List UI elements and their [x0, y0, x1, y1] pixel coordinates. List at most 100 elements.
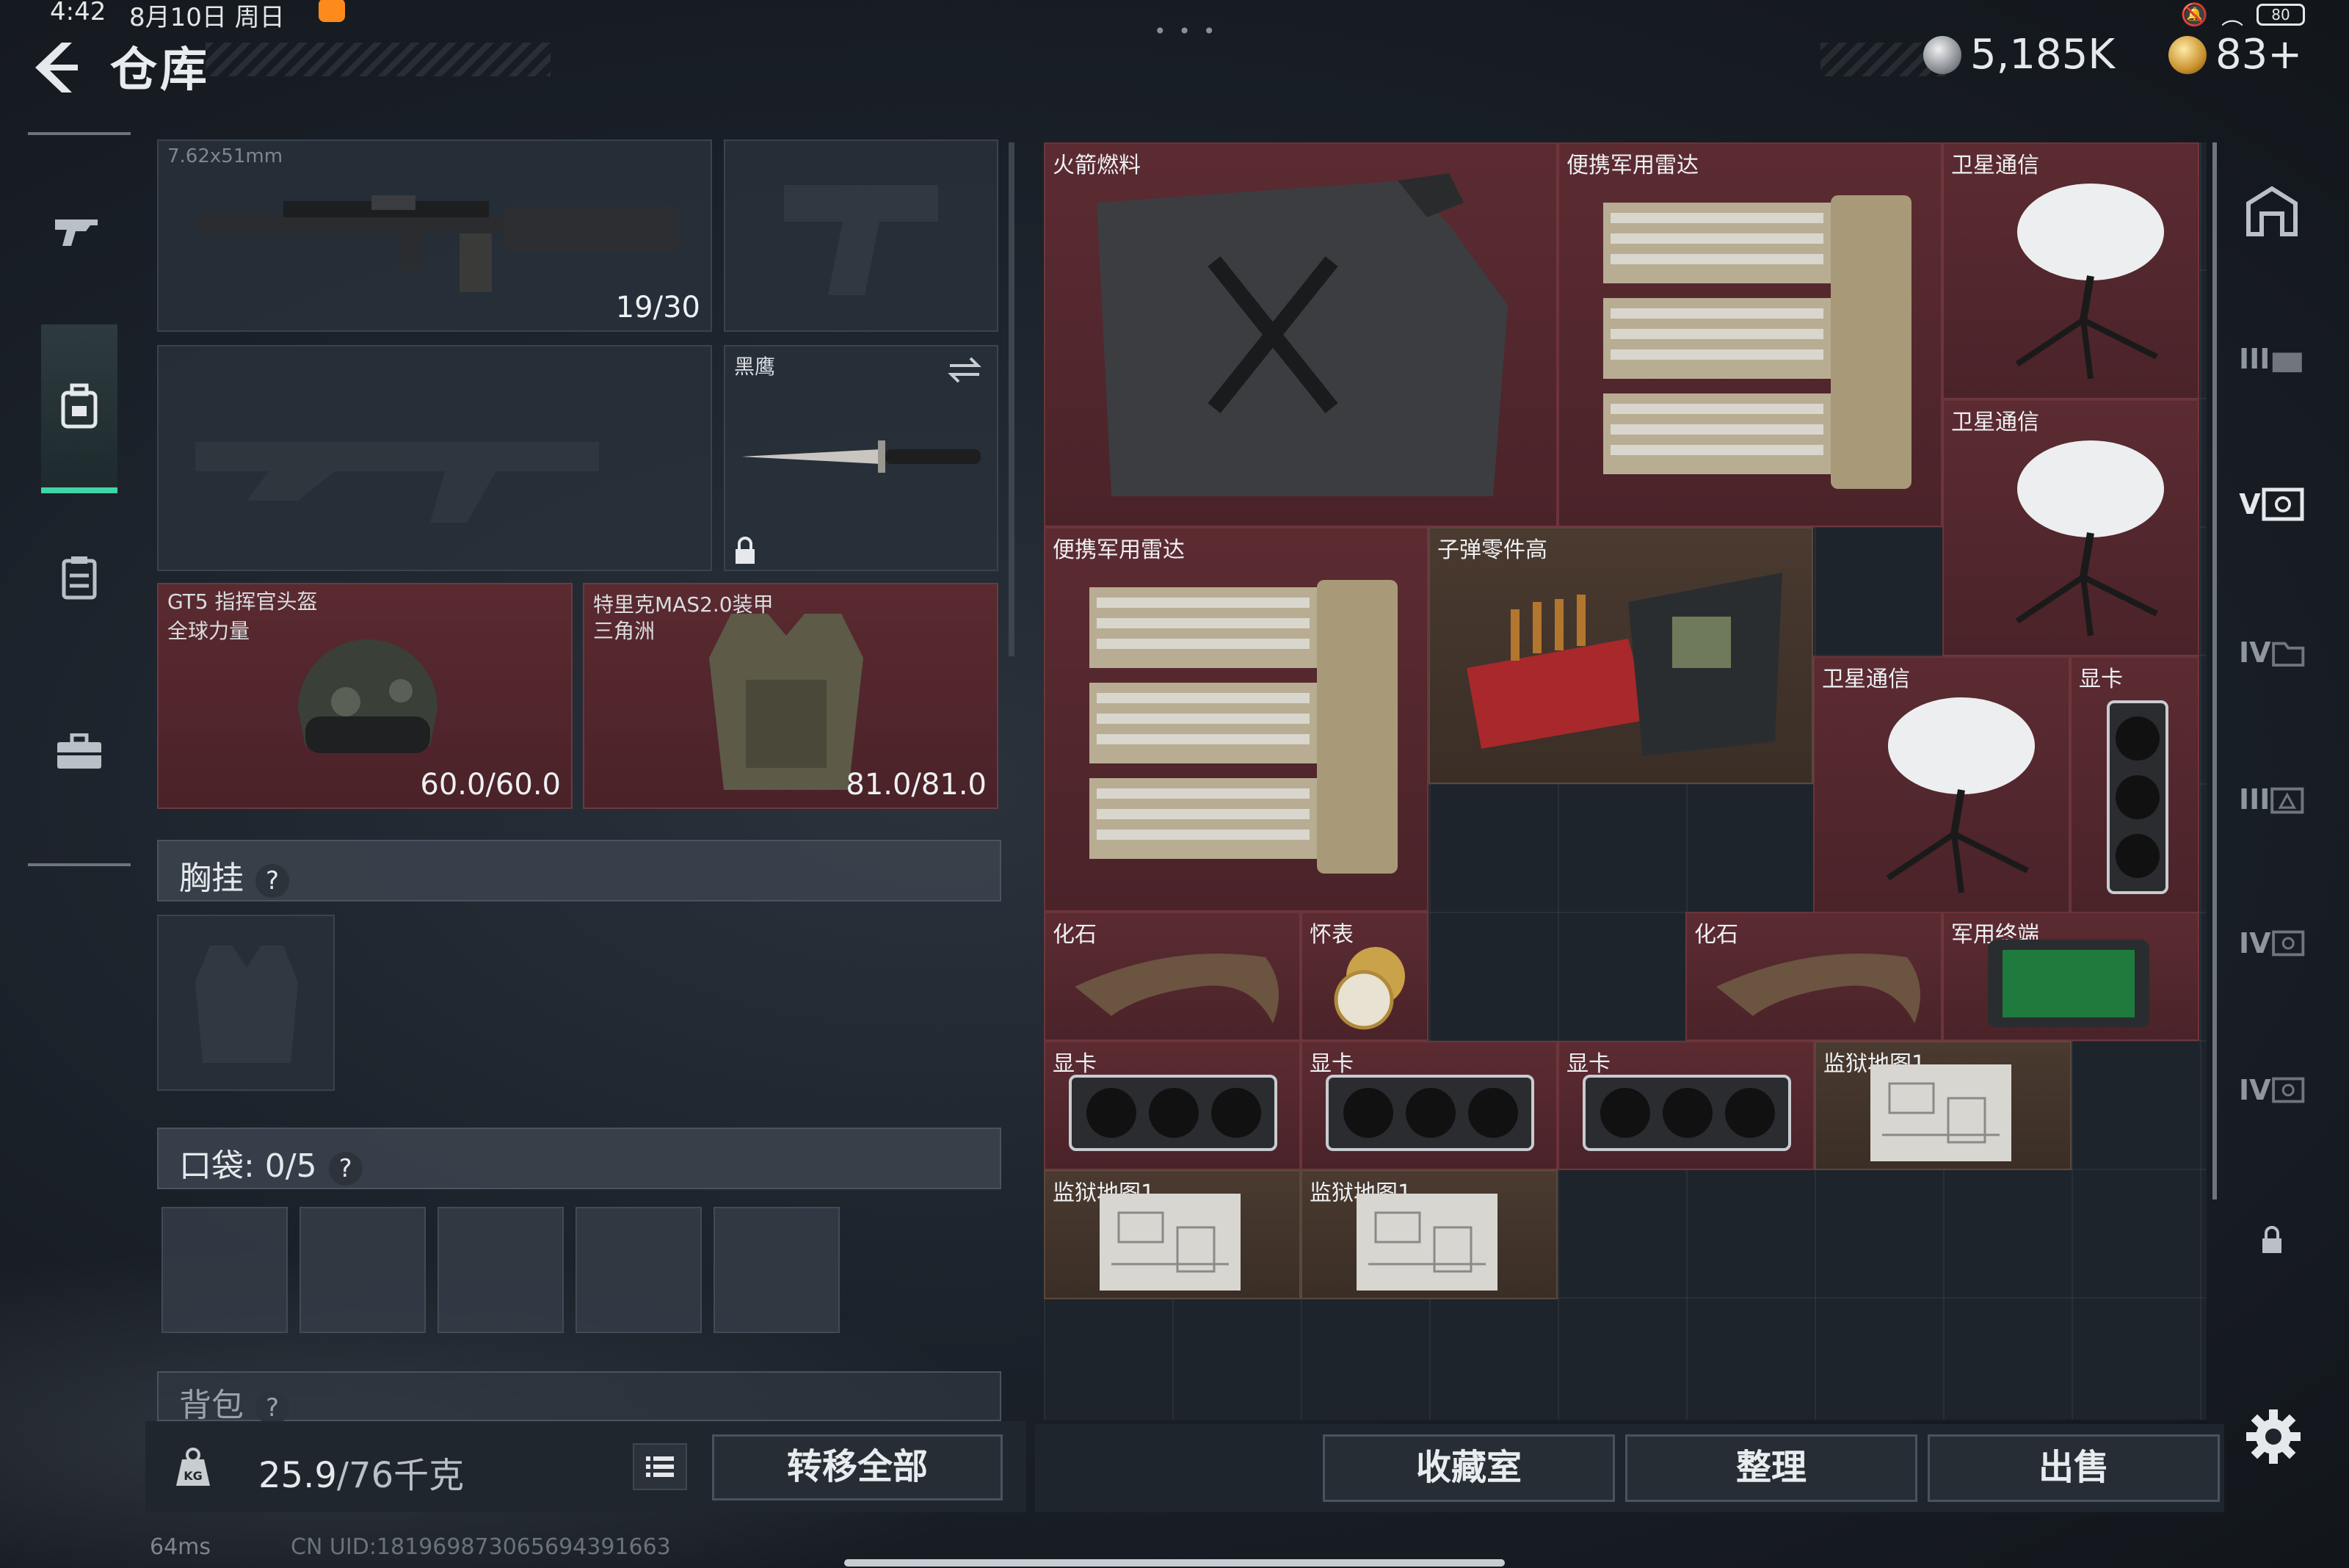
fuel-canister-image [1097, 173, 1508, 496]
app-notification-icon [319, 0, 345, 22]
collection-room-button[interactable]: 收藏室 [1323, 1434, 1615, 1502]
helmet-slot[interactable]: GT5 指挥官头盔 全球力量 60.0/60.0 [157, 583, 573, 809]
inventory-item[interactable]: 火箭燃料 [1044, 142, 1558, 527]
inventory-item[interactable]: 监狱地图1 [1815, 1041, 2072, 1170]
inventory-item[interactable]: 卫星通信 [1942, 399, 2199, 656]
currency-silver-value: 5,185K [1970, 31, 2116, 79]
melee-name: 黑鹰 [734, 355, 776, 379]
inventory-item[interactable]: 卫星通信 [1942, 142, 2199, 399]
inventory-item[interactable]: 化石 [1685, 912, 1942, 1041]
case-icon[interactable]: III [2239, 766, 2305, 832]
inventory-item[interactable]: 卫星通信 [1813, 656, 2070, 913]
chest-rig-bar: 胸挂? [157, 840, 1001, 901]
weight-kg-icon: KG [176, 1448, 210, 1486]
safe-icon[interactable]: V [2239, 471, 2305, 537]
inventory-item[interactable]: 便携军用雷达 [1044, 527, 1428, 912]
storage-tier-label: IV [2239, 927, 2271, 959]
weight-max: /76千克 [336, 1455, 465, 1496]
nav-weapons-gun-icon[interactable] [41, 192, 117, 269]
currency-silver[interactable]: 5,185K [1923, 31, 2115, 79]
help-question-icon[interactable]: ? [255, 1391, 289, 1425]
inventory-item[interactable]: 军用终端 [1942, 912, 2199, 1041]
mute-icon: 🔕 [2180, 1, 2208, 28]
backpack-label: 背包 [179, 1387, 244, 1424]
inventory-item[interactable]: 显卡 [1558, 1041, 1815, 1170]
helmet-durability: 60.0/60.0 [420, 768, 561, 802]
fossil-claw-image [1075, 954, 1279, 1023]
storage-rack-icon[interactable]: III [2239, 326, 2305, 392]
inventory-item[interactable]: 显卡 [1301, 1041, 1558, 1170]
prison-map-image [1357, 1194, 1497, 1291]
rifle-silhouette-icon [195, 442, 599, 523]
storage-tier-label: III [2239, 783, 2270, 816]
graphics-card-image [1069, 1075, 1277, 1151]
pocket-slot[interactable] [576, 1207, 702, 1333]
chest-rig-slot[interactable] [157, 915, 335, 1091]
radar-image [1603, 195, 1911, 489]
inventory-item[interactable]: 显卡 [2070, 656, 2199, 913]
pocket-slot[interactable] [161, 1207, 288, 1333]
nav-briefcase-icon[interactable] [41, 714, 117, 790]
inventory-grid[interactable]: 火箭燃料 便携军用雷达 卫星通信 卫星通信 便携军用雷达 子弹零件高 卫星通信 … [1044, 142, 2207, 1420]
gear-icon[interactable] [2245, 1408, 2302, 1465]
safe-icon-tier-iv[interactable]: IV [2239, 910, 2305, 976]
currency-gold[interactable]: 83+ [2168, 31, 2302, 79]
sidearm-slot[interactable] [724, 139, 998, 332]
satellite-dish-image [2015, 440, 2164, 636]
weight-current: 25.9 [258, 1455, 337, 1496]
backpack-bar: 背包? [157, 1371, 1001, 1425]
fossil-claw-image [1716, 954, 1920, 1023]
lock-icon[interactable] [2239, 1207, 2305, 1273]
inventory-item[interactable]: 显卡 [1044, 1041, 1301, 1170]
chest-rig-silhouette-icon [195, 945, 298, 1063]
armor-slot[interactable]: 特里克MAS2.0装甲 三角洲 81.0/81.0 [583, 583, 998, 809]
ping-text: 64ms [150, 1534, 211, 1560]
folder-icon[interactable]: IV [2239, 620, 2305, 686]
bottom-left-bar: KG 25.9/76千克 转移全部 [145, 1421, 1026, 1512]
primary-weapon-slot[interactable]: 7.62x51mm 19/30 [157, 139, 712, 332]
vault-icon[interactable] [2239, 178, 2305, 244]
pocket-slot[interactable] [714, 1207, 840, 1333]
list-view-button[interactable] [633, 1443, 687, 1490]
inventory-item[interactable]: 子弹零件高 [1428, 527, 1813, 784]
uid-text: CN UID:1819698730656943916​63 [291, 1534, 671, 1560]
help-question-icon[interactable]: ? [255, 864, 289, 898]
help-question-icon[interactable]: ? [328, 1152, 363, 1186]
item-label: 显卡 [2079, 667, 2123, 692]
prison-map-image [1870, 1064, 2011, 1161]
safe-icon-tier-iv-2[interactable]: IV [2239, 1057, 2305, 1123]
sell-button[interactable]: 出售 [1928, 1434, 2220, 1502]
satellite-dish-image [2015, 184, 2164, 380]
organize-button[interactable]: 整理 [1625, 1434, 1917, 1502]
pocket-slot[interactable] [438, 1207, 564, 1333]
weapon-ammo-count: 19/30 [615, 291, 700, 324]
inventory-item[interactable]: 监狱地图1 [1044, 1170, 1301, 1299]
equipment-scrollbar[interactable] [1009, 142, 1014, 656]
swap-arrows-icon[interactable] [945, 355, 984, 385]
graphics-card-image [1583, 1075, 1791, 1151]
weight-icon-text: KG [184, 1469, 203, 1483]
inventory-item[interactable]: 便携军用雷达 [1558, 142, 1942, 527]
page-title: 仓库 [110, 43, 210, 98]
pocket-label: 口袋: 0/5 [179, 1147, 317, 1185]
pocket-slot[interactable] [299, 1207, 426, 1333]
inventory-item[interactable]: 监狱地图1 [1301, 1170, 1558, 1299]
armor-durability: 81.0/81.0 [846, 768, 987, 802]
storage-tier-label: V [2239, 488, 2261, 520]
home-indicator[interactable] [844, 1559, 1505, 1567]
secondary-weapon-slot[interactable] [157, 345, 712, 571]
pocket-watch-image [1334, 947, 1405, 1030]
nav-clipboard-icon[interactable] [41, 539, 117, 615]
nav-backpack-icon[interactable] [41, 324, 117, 493]
pocket-bar: 口袋: 0/5? [157, 1128, 1001, 1189]
satellite-dish-image [1886, 697, 2035, 893]
prison-map-image [1100, 1194, 1241, 1291]
inventory-item[interactable]: 化石 [1044, 912, 1301, 1041]
inventory-scrollbar[interactable] [2212, 142, 2217, 1199]
melee-slot[interactable]: 黑鹰 [724, 345, 998, 571]
inventory-item[interactable]: 怀表 [1301, 912, 1428, 1041]
helmet-subtitle: 全球力量 [167, 619, 250, 643]
transfer-all-button[interactable]: 转移全部 [712, 1434, 1003, 1500]
back-arrow-icon[interactable] [29, 38, 82, 97]
status-bar: 4:42 8月10日 周日 • • • 🔕 ︵ 80 [0, 0, 2349, 43]
